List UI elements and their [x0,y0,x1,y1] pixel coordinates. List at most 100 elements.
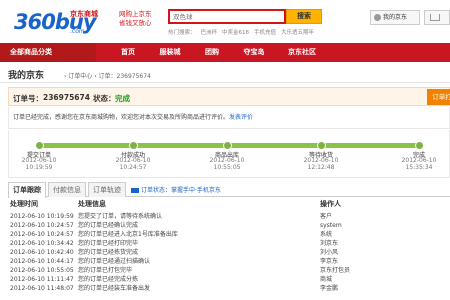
hot-word[interactable]: 中奖金618 [222,30,249,36]
hot-words: 热门搜索： 巴洲杯 中奖金618 手机充值 大乐透五期年 [168,28,319,36]
row-info: 您的订单已经进入北京1号库准备出库 [78,231,178,238]
my-jd-label: 我的京东 [383,14,408,21]
cart-button[interactable] [424,10,450,25]
row-operator: system [320,222,342,229]
slogan-line-1: 网购上京东 [119,10,152,18]
step-date: 2012-06-10 [21,157,57,164]
hot-words-label: 热门搜索： [168,30,196,36]
progress-node [317,141,326,150]
truck-icon [131,188,139,193]
column-header: 处理时间 [10,200,38,208]
search-box [168,9,286,24]
mobile-jd-text: 订单状态：掌握手中·手机京东 [141,187,221,194]
row-time: 2012-06-10 10:24:57 [10,231,74,238]
progress-node [35,141,44,150]
row-operator: 京东打包员 [320,267,351,274]
step-time: 10:19:59 [25,164,53,171]
row-time: 2012-06-10 10:19:59 [10,213,74,220]
jd-logo[interactable]: 360buy 京东商城 .com [6,4,108,35]
all-categories[interactable]: 全部商品分类 [0,43,96,62]
order-status: 完成 [115,94,130,103]
hot-word[interactable]: 大乐透五期年 [281,30,314,36]
table-row: 2012-06-10 10:34:42 您的订单已经打印完毕 刘京东 [8,239,450,248]
order-summary: 订单号： 236975674 状态： 完成 订单打 [8,87,450,106]
progress-node [415,141,424,150]
logo-tag: 京东商城 [70,10,98,18]
row-info: 您的订单已经通过扫描确认 [78,258,151,265]
slogan-line-2: 省钱又放心 [119,19,152,27]
slogan: 网购上京东 省钱又放心 [119,10,152,28]
row-time: 2012-06-10 10:24:57 [10,222,74,229]
breadcrumb-row: 我的京东 › 订单中心 › 订单：236975674 [0,63,450,83]
breadcrumb[interactable]: › 订单中心 › 订单：236975674 [64,71,151,80]
site-header: 360buy 京东商城 .com 网购上京东 省钱又放心 搜索 热门搜索： 巴洲杯… [0,0,450,42]
row-info: 您的订单已经完成分拣 [78,276,139,283]
step-time: 10:24:57 [119,164,147,171]
main-nav: 全部商品分类 首页 服装城 团购 夺宝岛 京东社区 [0,43,450,62]
page-title[interactable]: 我的京东 [8,68,44,81]
nav-item-home[interactable]: 首页 [108,43,148,62]
row-info: 您的订单已打包完毕 [78,267,133,274]
table-row: 2012-06-10 11:11:47 您的订单已经完成分拣 商城 [8,275,450,284]
row-operator: 李金鹏 [320,285,339,292]
row-operator: 商城 [320,276,333,283]
row-time: 2012-06-10 10:34:42 [10,240,74,247]
table-row: 2012-06-10 10:24:57 您的订单已经进入北京1号库准备出库 系统 [8,230,450,239]
order-print-button[interactable]: 订单打 [427,89,450,105]
nav-item-group-buy[interactable]: 团购 [192,43,232,62]
progress-node [223,141,232,150]
nav-item-auction[interactable]: 夺宝岛 [232,43,276,62]
step-time: 12:12:48 [307,164,335,171]
row-info: 您提交了订单，请等待系统确认 [78,213,163,220]
tab-payment-info[interactable]: 付款信息 [48,182,86,197]
cart-icon [430,14,440,21]
order-progress: 提交订单 2012-06-10 10:19:59 付款成功 2012-06-10… [8,130,450,178]
tab-order-trace[interactable]: 订单轨迹 [88,182,126,197]
table-row: 2012-06-10 10:24:57 您的订单已经确认完成 system [8,221,450,230]
row-operator: 系统 [320,231,333,238]
my-jd-button[interactable]: 我的京东 [370,10,420,25]
row-time: 2012-06-10 10:55:05 [10,267,74,274]
nav-item-clothing[interactable]: 服装城 [148,43,192,62]
nav-item-community[interactable]: 京东社区 [276,43,328,62]
column-header: 处理信息 [78,200,106,208]
row-info: 您的订单已经确认完成 [78,222,139,229]
review-link[interactable]: 发表评价 [229,114,253,121]
notice-text: 订单已经完成，感谢您在京东商城购物，欢迎您对本次交易及所购商品进行评价。发表评价 [13,112,253,121]
row-operator: 李京东 [320,258,339,265]
mobile-jd-link[interactable]: 订单状态：掌握手中·手机京东 [131,185,221,194]
table-row: 2012-06-10 10:19:59 您提交了订单，请等待系统确认 客户 [8,212,450,221]
order-tabs: 订单跟踪 付款信息 订单轨迹 订单状态：掌握手中·手机京东 [8,182,450,198]
search-input[interactable] [173,12,281,22]
step-date: 2012-06-10 [401,157,437,164]
row-time: 2012-06-10 11:48:07 [10,285,74,292]
order-status-label: 状态： [93,94,116,103]
tab-order-tracking[interactable]: 订单跟踪 [8,182,46,198]
step-date: 2012-06-10 [303,157,339,164]
order-number-label: 订单号： [13,94,43,103]
table-row: 2012-06-10 11:48:07 您的订单已经装车准备出发 李金鹏 [8,284,450,293]
row-operator: 客户 [320,213,333,220]
table-row: 2012-06-10 10:44:17 您的订单已经通过扫描确认 李京东 [8,257,450,266]
table-row: 2012-06-10 10:55:05 您的订单已打包完毕 京东打包员 [8,266,450,275]
search-button[interactable]: 搜索 [286,9,322,24]
hot-word[interactable]: 手机充值 [254,30,276,36]
step-date: 2012-06-10 [115,157,151,164]
order-notice: 订单已经完成，感谢您在京东商城购物，欢迎您对本次交易及所购商品进行评价。发表评价 [8,107,450,129]
step-date: 2012-06-10 [209,157,245,164]
notice-message: 订单已经完成，感谢您在京东商城购物，欢迎您对本次交易及所购商品进行评价。 [13,114,230,121]
step-time: 15:35:34 [405,164,433,171]
row-info: 您的订单已经打印完毕 [78,240,139,247]
user-icon [374,14,381,21]
row-time: 2012-06-10 10:44:17 [10,258,74,265]
order-number: 236975674 [43,93,90,102]
hot-word[interactable]: 巴洲杯 [201,30,218,36]
row-info: 您的订单已经拣货完成 [78,249,139,256]
row-time: 2012-06-10 10:42:40 [10,249,74,256]
progress-node [129,141,138,150]
row-operator: 刘小风 [320,249,339,256]
column-header: 操作人 [320,200,341,208]
logo-sub: .com [70,28,85,35]
table-row: 2012-06-10 10:42:40 您的订单已经拣货完成 刘小风 [8,248,450,257]
row-time: 2012-06-10 11:11:47 [10,276,74,283]
